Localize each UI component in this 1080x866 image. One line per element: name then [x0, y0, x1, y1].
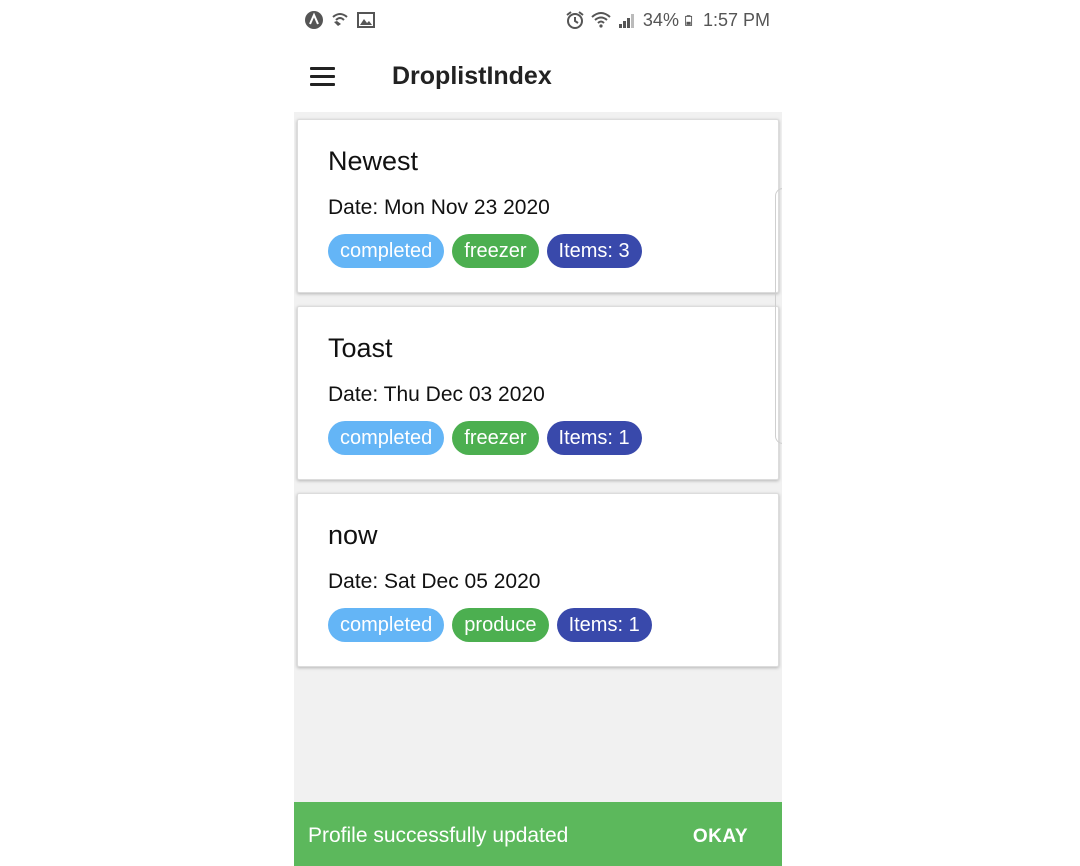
droplist-card[interactable]: now Date: Sat Dec 05 2020 completed prod… — [297, 493, 779, 667]
droplist-date: Date: Sat Dec 05 2020 — [328, 570, 541, 593]
alarm-icon — [566, 11, 584, 29]
category-chip: freezer — [452, 234, 539, 268]
status-bar: 34% 1:57 PM — [294, 0, 782, 40]
status-chip: completed — [328, 234, 445, 268]
droplist-date: Date: Mon Nov 23 2020 — [328, 196, 550, 219]
droplist-date: Date: Thu Dec 03 2020 — [328, 383, 545, 406]
page-title: DroplistIndex — [392, 62, 552, 90]
droplist-card[interactable]: Newest Date: Mon Nov 23 2020 completed f… — [297, 119, 779, 293]
snackbar-message: Profile successfully updated — [308, 824, 569, 847]
snackbar: Profile successfully updated OKAY — [294, 802, 782, 866]
wifi-call-icon — [332, 13, 348, 26]
app-bar: DroplistIndex — [294, 40, 782, 112]
phone-screen: 34% 1:57 PM DroplistIndex Newest Date: M… — [294, 0, 782, 866]
battery-icon — [685, 15, 693, 26]
category-chip: produce — [452, 608, 549, 642]
category-chip: freezer — [452, 421, 539, 455]
droplist-list[interactable]: Newest Date: Mon Nov 23 2020 completed f… — [294, 112, 782, 802]
wifi-icon — [591, 12, 611, 28]
status-chip: completed — [328, 421, 445, 455]
hamburger-menu-icon[interactable] — [310, 60, 346, 92]
status-chip: completed — [328, 608, 445, 642]
item-count-chip: Items: 1 — [556, 608, 652, 642]
droplist-title: Toast — [328, 333, 393, 363]
snackbar-okay-button[interactable]: OKAY — [693, 826, 748, 848]
item-count-chip: Items: 3 — [546, 234, 642, 268]
droplist-card[interactable]: Toast Date: Thu Dec 03 2020 completed fr… — [297, 306, 779, 480]
app-a-icon — [305, 11, 323, 29]
edge-panel-handle[interactable] — [775, 188, 782, 444]
signal-icon — [618, 14, 634, 28]
droplist-title: now — [328, 520, 378, 550]
clock: 1:57 PM — [702, 10, 770, 30]
item-count-chip: Items: 1 — [546, 421, 642, 455]
image-icon — [357, 12, 375, 28]
droplist-title: Newest — [328, 146, 419, 176]
battery-percent: 34% — [642, 10, 679, 30]
